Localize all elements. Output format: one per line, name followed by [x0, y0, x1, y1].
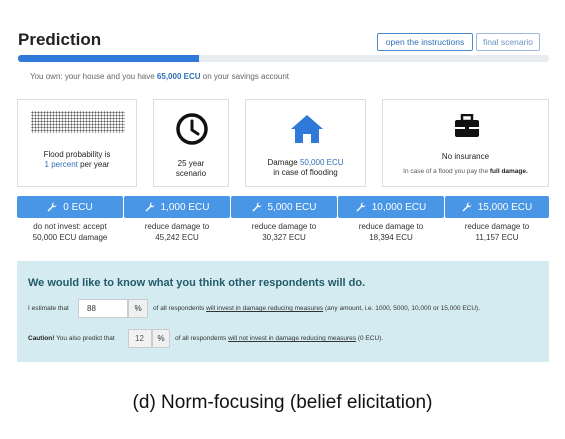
flood-prob-line1: Flood probability is	[43, 150, 111, 159]
caution-text: Caution! You also predict that	[28, 335, 115, 342]
invest-5000-button[interactable]: 5,000 ECU	[231, 196, 337, 218]
q1-suffix: (any amount, i.e. 1000, 5000, 10,000 or …	[325, 305, 481, 312]
wrench-icon	[462, 202, 472, 212]
invest-result-line2: 45,242 ECU	[155, 233, 199, 242]
q1-mid: of all respondents	[153, 305, 205, 312]
invest-result: reduce damage to 18,394 ECU	[338, 221, 444, 243]
invest-result-line1: do not invest: accept	[33, 222, 107, 231]
page-title: Prediction	[18, 30, 102, 49]
q2-suffix: (0 ECU).	[357, 335, 384, 342]
flood-prob-suffix: per year	[80, 160, 110, 169]
wrench-icon	[252, 202, 262, 212]
estimate-invest-input[interactable]: 88	[78, 299, 128, 318]
invest-result-line1: reduce damage to	[144, 222, 210, 231]
invest-label: 5,000 ECU	[267, 201, 317, 213]
estimate-not-invest-field: 12	[128, 329, 152, 348]
damage-line1: Damage 50,000 ECU	[246, 158, 365, 168]
invest-result-line2: 18,394 ECU	[369, 233, 413, 242]
figure-caption: (d) Norm-focusing (belief elicitation)	[132, 392, 433, 413]
savings-prefix: You own: your house and you have	[30, 72, 155, 81]
invest-label: 15,000 ECU	[477, 201, 533, 213]
q2-text: of all respondents will not invest in da…	[175, 335, 383, 342]
invest-15000-button[interactable]: 15,000 ECU	[445, 196, 549, 218]
damage-value: 50,000 ECU	[299, 158, 344, 167]
q2-mid: of all respondents	[175, 335, 227, 342]
clock-icon	[176, 113, 208, 145]
invest-result-line1: reduce damage to	[464, 222, 530, 231]
invest-result-line2: 50,000 ECU damage	[32, 233, 108, 242]
wrench-icon	[145, 202, 155, 212]
scenario-years-card: 25 year scenario	[153, 99, 229, 187]
damage-card: Damage 50,000 ECU in case of flooding	[245, 99, 366, 187]
final-scenario-button[interactable]: final scenario	[476, 33, 540, 51]
probability-dots-icon	[31, 111, 125, 133]
percent-addon: %	[128, 299, 148, 318]
damage-label: in case of flooding	[273, 168, 338, 177]
insurance-desc: In case of a flood you pay the full dama…	[383, 167, 548, 177]
flood-prob-value: 1 percent	[44, 160, 78, 169]
invest-10000-button[interactable]: 10,000 ECU	[338, 196, 444, 218]
q1-link: will invest in damage reducing measures	[206, 305, 324, 312]
q2-link: will not invest in damage reducing measu…	[228, 335, 357, 342]
savings-amount: 65,000 ECU	[156, 72, 201, 81]
caution-bold: Caution!	[28, 335, 55, 342]
wrench-icon	[47, 202, 57, 212]
invest-1000-button[interactable]: 1,000 ECU	[124, 196, 230, 218]
invest-result-line1: reduce damage to	[358, 222, 424, 231]
years-label: scenario	[175, 169, 207, 178]
damage-prefix: Damage	[267, 158, 298, 167]
insurance-card: No insurance In case of a flood you pay …	[382, 99, 549, 187]
years-value: 25 year	[177, 159, 205, 168]
invest-result: reduce damage to 11,157 ECU	[445, 221, 549, 243]
open-instructions-button[interactable]: open the instructions	[377, 33, 473, 51]
invest-result: reduce damage to 30,327 ECU	[231, 221, 337, 243]
invest-result-line2: 11,157 ECU	[475, 233, 519, 242]
q1-prefix: I estimate that	[28, 305, 69, 312]
wrench-icon	[356, 202, 366, 212]
savings-suffix: on your savings account	[202, 72, 290, 81]
progress-fill	[18, 55, 199, 62]
progress-bar	[18, 55, 549, 62]
flood-prob-line2: 1 percent per year	[18, 160, 136, 170]
invest-label: 1,000 ECU	[160, 201, 210, 213]
caution-body: You also predict that	[56, 335, 115, 342]
insurance-desc-bold: full damage.	[489, 168, 528, 175]
q1-text: of all respondents will invest in damage…	[153, 305, 480, 312]
invest-result-line1: reduce damage to	[251, 222, 317, 231]
insurance-title: No insurance	[441, 152, 490, 161]
invest-result-line2: 30,327 ECU	[262, 233, 306, 242]
house-icon	[291, 115, 323, 143]
invest-label: 10,000 ECU	[371, 201, 427, 213]
briefcase-icon	[455, 114, 479, 137]
insurance-desc-prefix: In case of a flood you pay the	[403, 168, 489, 175]
invest-result: do not invest: accept 50,000 ECU damage	[17, 221, 123, 243]
invest-result: reduce damage to 45,242 ECU	[124, 221, 230, 243]
invest-label: 0 ECU	[63, 201, 93, 213]
elicitation-heading: We would like to know what you think oth…	[28, 277, 366, 289]
flood-probability-card: Flood probability is 1 percent per year	[17, 99, 137, 187]
belief-elicitation-panel: We would like to know what you think oth…	[17, 261, 549, 362]
savings-line: You own: your house and you have 65,000 …	[30, 72, 289, 81]
invest-0-button[interactable]: 0 ECU	[17, 196, 123, 218]
percent-addon: %	[152, 329, 170, 348]
